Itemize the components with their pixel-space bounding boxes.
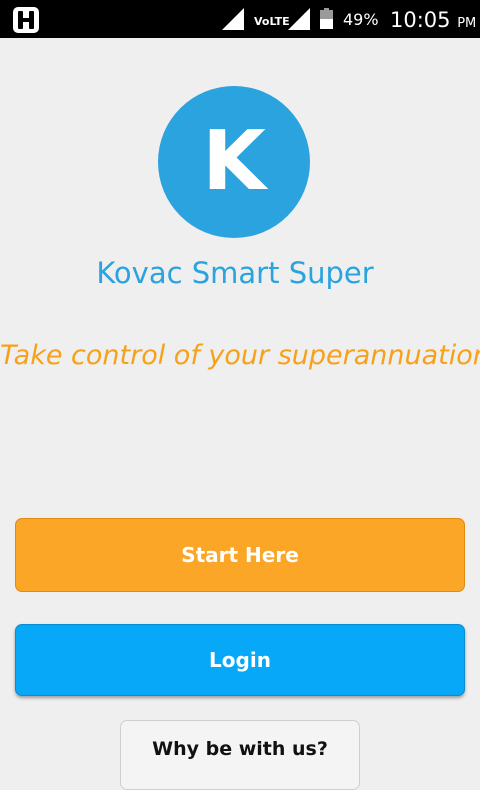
battery-percent: 49%: [343, 10, 379, 29]
start-here-button[interactable]: Start Here: [15, 518, 465, 592]
logo-letter: K: [202, 114, 266, 209]
clock-time: 10:05: [390, 8, 451, 32]
why-be-with-us-button[interactable]: Why be with us?: [120, 720, 360, 790]
signal-icon: [222, 8, 244, 30]
signal-icon: [288, 8, 310, 30]
battery-icon: [320, 8, 333, 29]
clock-ampm: PM: [457, 16, 477, 31]
tagline: Take control of your superannuation: [0, 340, 480, 371]
status-bar: VoLTE 49% 10:05 PM: [0, 0, 480, 38]
clock: 10:05 PM: [390, 8, 476, 32]
brand-name: Kovac Smart Super: [96, 256, 374, 290]
login-button[interactable]: Login: [15, 624, 465, 696]
app-logo: K: [158, 86, 310, 238]
app-notification-icon: [13, 7, 39, 33]
volte-label: VoLTE: [254, 15, 290, 28]
